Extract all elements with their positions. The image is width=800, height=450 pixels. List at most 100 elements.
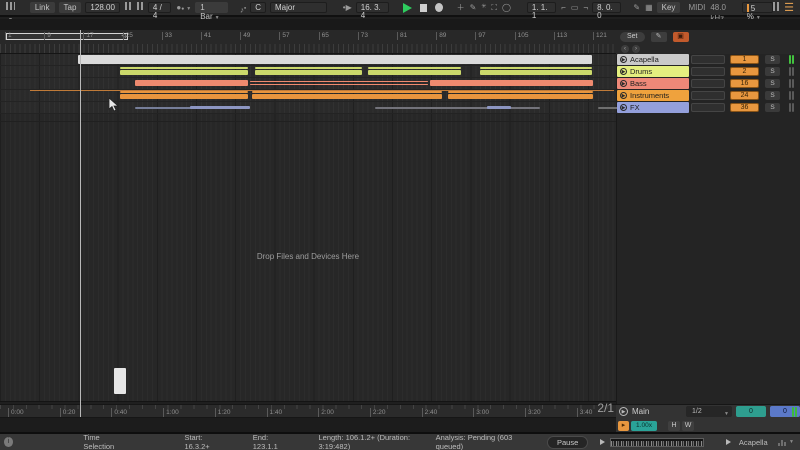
group-unfold-icon[interactable]: ▶ [620, 92, 627, 99]
main-play-icon[interactable]: ▶ [619, 407, 628, 416]
clip[interactable] [135, 80, 248, 86]
solo-button[interactable]: S [765, 67, 780, 76]
group-unfold-icon[interactable]: ▶ [620, 80, 627, 87]
scale-name-field[interactable]: Major [270, 2, 327, 13]
group-unfold-icon[interactable]: ▶ [620, 104, 627, 111]
clip[interactable] [250, 81, 428, 82]
track-activator-button[interactable]: 36 [730, 103, 759, 112]
track-header[interactable]: ▶ Instruments 24 S [617, 90, 800, 102]
clip[interactable] [255, 70, 362, 75]
quantize-menu[interactable]: 1 Bar ▼ [195, 2, 228, 21]
pencil-button[interactable]: ✎ [650, 32, 667, 42]
playback-speed-field[interactable]: 1.00x [631, 421, 657, 431]
clip[interactable] [487, 106, 511, 109]
dragged-clip-ghost[interactable] [114, 368, 126, 394]
computer-midi-keyboard-icon[interactable]: ▦ [645, 2, 653, 13]
clip[interactable] [375, 107, 540, 109]
clip[interactable] [120, 67, 248, 69]
track-name[interactable]: ▶ Drums [617, 66, 689, 77]
solo-button[interactable]: S [765, 91, 780, 100]
solo-button[interactable]: S [765, 103, 780, 112]
track-lane[interactable] [0, 54, 616, 66]
follow-playhead-icon[interactable]: •▶ [343, 2, 352, 13]
automation-reenable-icon[interactable]: ◯ [502, 2, 511, 13]
track-name[interactable]: ▶ Bass [617, 78, 689, 89]
link-button[interactable]: Link [29, 2, 55, 13]
track-name[interactable]: ▶ Instruments [617, 90, 689, 101]
clip[interactable] [368, 70, 461, 75]
clip[interactable] [120, 91, 248, 93]
preview-track-play-icon[interactable] [725, 439, 731, 445]
track-activator-button[interactable]: 1 [730, 55, 759, 64]
stop-button[interactable] [419, 3, 427, 12]
metronome-icon[interactable]: ●● ▼ [176, 2, 191, 13]
menu-icon[interactable]: ☰ [784, 1, 794, 14]
track-header[interactable]: ▶ Acapella 1 S [617, 54, 800, 66]
track-freeze-slot[interactable] [691, 79, 725, 88]
arrangement-empty-area[interactable]: Drop Files and Devices Here [0, 114, 616, 402]
clip[interactable] [430, 80, 593, 86]
clip[interactable] [368, 67, 461, 69]
clip[interactable] [255, 67, 362, 69]
tempo-field[interactable]: 128.00 [85, 2, 120, 13]
record-button[interactable] [434, 3, 443, 12]
clip[interactable] [190, 106, 250, 109]
punch-in-icon[interactable]: ⌐ [561, 2, 566, 13]
clip[interactable] [120, 94, 248, 99]
track-lanes[interactable] [0, 54, 642, 114]
nudge-down-icon[interactable] [124, 2, 132, 13]
time-signature-field[interactable]: 4 / 4 [147, 2, 172, 20]
capture-button[interactable]: ▣ [672, 32, 689, 42]
preview-play-icon[interactable] [600, 439, 606, 445]
clip[interactable] [448, 91, 593, 93]
play-button[interactable] [402, 2, 412, 13]
track-header[interactable]: ▶ FX 36 S [617, 102, 800, 114]
solo-button[interactable]: S [765, 79, 780, 88]
track-freeze-slot[interactable] [691, 91, 725, 100]
track-header[interactable]: ▶ Bass 16 S [617, 78, 800, 90]
back-arrow-button[interactable]: ‹ [621, 45, 629, 53]
track-header[interactable]: ▶ Drums 2 S [617, 66, 800, 78]
track-activator-button[interactable]: 16 [730, 79, 759, 88]
clip[interactable] [480, 70, 592, 75]
overdub-icon[interactable]: ＋ [457, 2, 465, 13]
punch-out-icon[interactable]: ¬ [583, 2, 588, 13]
pause-analysis-button[interactable]: Pause [546, 435, 589, 449]
group-unfold-icon[interactable]: ▶ [620, 56, 627, 63]
main-value-a[interactable]: 0 [736, 406, 766, 417]
loop-length-field[interactable]: 8. 0. 0 [592, 2, 622, 20]
follow-icon[interactable]: ⛶ [491, 2, 497, 13]
clip[interactable] [250, 84, 428, 85]
track-activator-button[interactable]: 2 [730, 67, 759, 76]
tap-tempo-button[interactable]: Tap [58, 2, 82, 13]
track-freeze-slot[interactable] [691, 67, 725, 76]
width-optimize-button[interactable]: W [682, 421, 694, 431]
set-button[interactable]: Set [620, 32, 645, 42]
track-activator-button[interactable]: 24 [730, 91, 759, 100]
capture-midi-icon[interactable]: ✳ [481, 2, 486, 13]
track-name[interactable]: ▶ FX [617, 102, 689, 113]
loop-start-field[interactable]: 1. 1. 1 [526, 2, 557, 20]
preview-waveform[interactable] [610, 437, 704, 447]
loop-brace[interactable] [6, 32, 128, 40]
clip[interactable] [78, 55, 592, 64]
scale-icon[interactable]: ♪● [240, 2, 246, 15]
grid-size-dropdown[interactable]: 1/2 ▼ [686, 406, 732, 417]
forward-arrow-button[interactable]: › [632, 45, 640, 53]
preview-caret-icon[interactable]: ▼ [789, 439, 794, 445]
clip[interactable] [252, 91, 442, 93]
preview-speaker-icon[interactable]: ▸ [618, 421, 629, 431]
key-map-button[interactable]: Key [656, 2, 681, 13]
layout-toggle-icon[interactable]: ▼ [6, 2, 20, 23]
clip[interactable] [480, 67, 592, 69]
nudge-up-icon[interactable] [136, 2, 144, 13]
info-icon[interactable]: i [4, 437, 14, 447]
playhead[interactable] [80, 30, 81, 417]
key-root-field[interactable]: C [250, 2, 267, 13]
draw-automation-icon[interactable]: ✎ [633, 2, 640, 13]
track-name[interactable]: ▶ Acapella [617, 54, 689, 65]
track-freeze-slot[interactable] [691, 103, 725, 112]
track-lane[interactable] [0, 78, 616, 90]
bar-ruler[interactable]: 1 9 17 25 33 41 49 57 65 73 81 89 97 105 113 121 [0, 30, 616, 54]
draw-mode-icon[interactable]: ✎ [470, 2, 477, 13]
